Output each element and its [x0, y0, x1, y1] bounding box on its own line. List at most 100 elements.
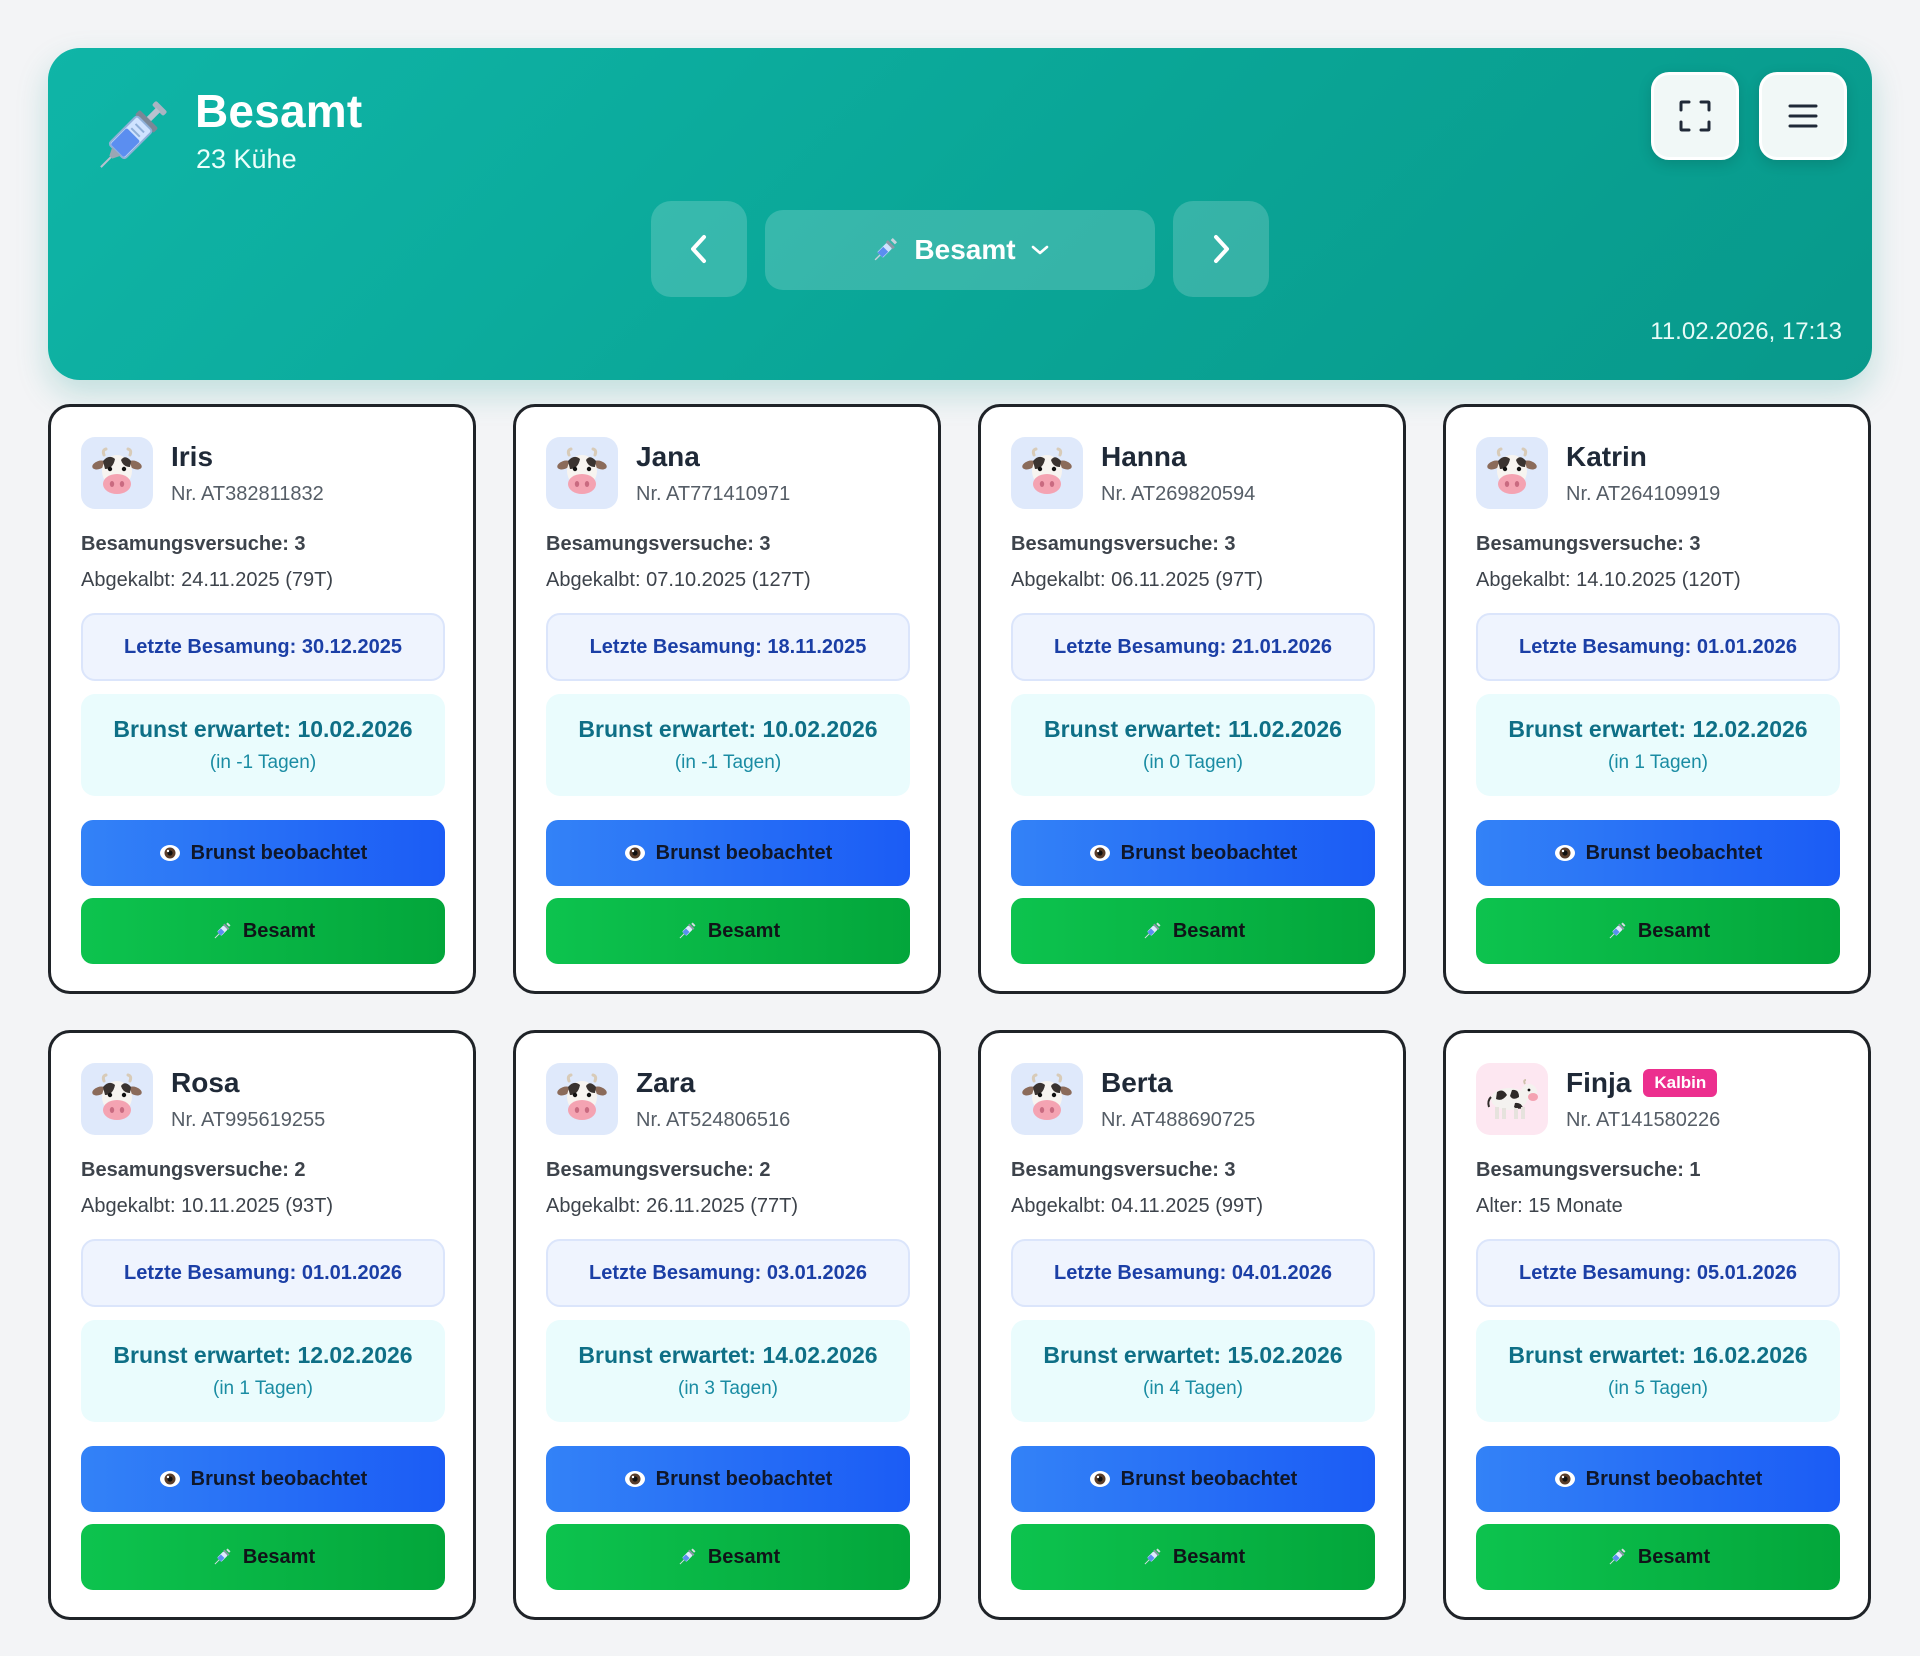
cow-face-icon [81, 1063, 153, 1135]
heat-observed-button[interactable]: Brunst beobachtet [81, 1446, 445, 1512]
last-insemination: Letzte Besamung: 05.01.2026 [1476, 1239, 1840, 1307]
inseminated-label: Besamt [242, 1545, 316, 1568]
inseminated-button[interactable]: Besamt [81, 1524, 445, 1590]
heat-observed-button[interactable]: Brunst beobachtet [1011, 1446, 1375, 1512]
status-header: Besamt 23 Kühe Besamt 11.02.2026, 17:13 [48, 48, 1872, 380]
inseminated-button[interactable]: Besamt [81, 898, 445, 964]
heat-observed-button[interactable]: Brunst beobachtet [81, 820, 445, 886]
heat-observed-label: Brunst beobachtet [1585, 841, 1763, 864]
heat-expected-days: (in 5 Tagen) [1608, 1378, 1708, 1399]
chevron-left-icon [691, 235, 706, 263]
syringe-icon [214, 1548, 231, 1565]
cow-number: Nr. AT524806516 [636, 1109, 791, 1131]
cow-card: Berta Nr. AT488690725 Besamungsversuche:… [978, 1030, 1406, 1620]
cow-card: Katrin Nr. AT264109919 Besamungsversuche… [1443, 404, 1871, 994]
cow-name: Finja [1566, 1067, 1632, 1098]
eye-icon [159, 845, 180, 861]
insemination-attempts: Besamungsversuche: 3 [1011, 533, 1236, 555]
syringe-icon [214, 922, 231, 939]
cow-name: Rosa [171, 1067, 240, 1098]
last-insemination: Letzte Besamung: 01.01.2026 [81, 1239, 445, 1307]
inseminated-label: Besamt [707, 1545, 781, 1568]
heat-expected-date: Brunst erwartet: 12.02.2026 [113, 1342, 413, 1368]
insemination-attempts: Besamungsversuche: 3 [1011, 1159, 1236, 1181]
cow-number: Nr. AT488690725 [1101, 1109, 1256, 1131]
heat-observed-button[interactable]: Brunst beobachtet [1476, 820, 1840, 886]
page-title: Besamt [195, 85, 363, 137]
inseminated-button[interactable]: Besamt [546, 1524, 910, 1590]
calving-info: Abgekalbt: 06.11.2025 (97T) [1011, 569, 1264, 591]
cow-number: Nr. AT269820594 [1101, 483, 1256, 505]
insemination-attempts: Besamungsversuche: 1 [1476, 1159, 1701, 1181]
heat-observed-label: Brunst beobachtet [1585, 1467, 1763, 1490]
eye-icon [1554, 845, 1575, 861]
heat-expected-days: (in 1 Tagen) [213, 1378, 313, 1399]
calving-info: Abgekalbt: 04.11.2025 (99T) [1011, 1195, 1264, 1217]
cow-name: Zara [636, 1067, 696, 1098]
inseminated-button[interactable]: Besamt [1011, 898, 1375, 964]
previous-status-button[interactable] [651, 201, 747, 297]
syringe-icon [875, 237, 898, 261]
heat-observed-button[interactable]: Brunst beobachtet [546, 820, 910, 886]
chevron-right-icon [1214, 235, 1229, 263]
eye-icon [624, 845, 645, 861]
syringe-icon [679, 922, 696, 939]
last-insemination: Letzte Besamung: 04.01.2026 [1011, 1239, 1375, 1307]
cow-icon [1476, 1063, 1548, 1135]
next-status-button[interactable] [1173, 201, 1269, 297]
cow-name: Jana [636, 441, 700, 472]
heat-expected-box: Brunst erwartet: 11.02.2026 (in 0 Tagen) [1011, 694, 1375, 796]
cow-number: Nr. AT264109919 [1566, 483, 1721, 505]
inseminated-button[interactable]: Besamt [1476, 898, 1840, 964]
eye-icon [624, 1471, 645, 1487]
heat-expected-box: Brunst erwartet: 12.02.2026 (in 1 Tagen) [1476, 694, 1840, 796]
heat-expected-date: Brunst erwartet: 10.02.2026 [578, 716, 878, 742]
cow-name: Katrin [1566, 441, 1647, 472]
cow-card: Zara Nr. AT524806516 Besamungsversuche: … [513, 1030, 941, 1620]
heat-observed-label: Brunst beobachtet [190, 1467, 368, 1490]
cow-face-icon [546, 437, 618, 509]
cow-face-icon [1011, 437, 1083, 509]
cow-card: Jana Nr. AT771410971 Besamungsversuche: … [513, 404, 941, 994]
heat-observed-label: Brunst beobachtet [1120, 1467, 1298, 1490]
heat-expected-box: Brunst erwartet: 16.02.2026 (in 5 Tagen) [1476, 1320, 1840, 1422]
calving-info: Abgekalbt: 10.11.2025 (93T) [81, 1195, 334, 1217]
timestamp: 11.02.2026, 17:13 [1650, 318, 1842, 345]
cow-name: Hanna [1101, 441, 1187, 472]
cow-card: Hanna Nr. AT269820594 Besamungsversuche:… [978, 404, 1406, 994]
heat-observed-button[interactable]: Brunst beobachtet [546, 1446, 910, 1512]
calving-info: Alter: 15 Monate [1476, 1195, 1623, 1217]
calving-info: Abgekalbt: 24.11.2025 (79T) [81, 569, 334, 591]
insemination-attempts: Besamungsversuche: 2 [546, 1159, 771, 1181]
heat-expected-date: Brunst erwartet: 10.02.2026 [113, 716, 413, 742]
heat-observed-button[interactable]: Brunst beobachtet [1476, 1446, 1840, 1512]
status-select-label: Besamt [914, 234, 1016, 265]
fullscreen-icon [1679, 100, 1711, 132]
inseminated-button[interactable]: Besamt [546, 898, 910, 964]
cow-number: Nr. AT382811832 [171, 483, 324, 505]
inseminated-label: Besamt [1637, 1545, 1711, 1568]
inseminated-button[interactable]: Besamt [1011, 1524, 1375, 1590]
cow-card: Rosa Nr. AT995619255 Besamungsversuche: … [48, 1030, 476, 1620]
last-insemination: Letzte Besamung: 30.12.2025 [81, 613, 445, 681]
cow-number: Nr. AT771410971 [636, 483, 791, 505]
heat-observed-button[interactable]: Brunst beobachtet [1011, 820, 1375, 886]
heat-expected-days: (in 3 Tagen) [678, 1378, 778, 1399]
heat-expected-days: (in 1 Tagen) [1608, 752, 1708, 773]
cow-face-icon [546, 1063, 618, 1135]
insemination-attempts: Besamungsversuche: 3 [1476, 533, 1701, 555]
heat-observed-label: Brunst beobachtet [190, 841, 368, 864]
syringe-icon [1144, 922, 1161, 939]
cow-count: 23 Kühe [196, 144, 297, 174]
status-select[interactable]: Besamt [765, 210, 1155, 290]
fullscreen-button[interactable] [1651, 72, 1739, 160]
cow-number: Nr. AT141580226 [1566, 1109, 1721, 1131]
heat-expected-box: Brunst erwartet: 12.02.2026 (in 1 Tagen) [81, 1320, 445, 1422]
heat-expected-days: (in -1 Tagen) [674, 752, 782, 773]
last-insemination: Letzte Besamung: 21.01.2026 [1011, 613, 1375, 681]
eye-icon [1089, 845, 1110, 861]
calving-info: Abgekalbt: 14.10.2025 (120T) [1476, 569, 1741, 591]
syringe-icon [1144, 1548, 1161, 1565]
inseminated-button[interactable]: Besamt [1476, 1524, 1840, 1590]
menu-button[interactable] [1759, 72, 1847, 160]
